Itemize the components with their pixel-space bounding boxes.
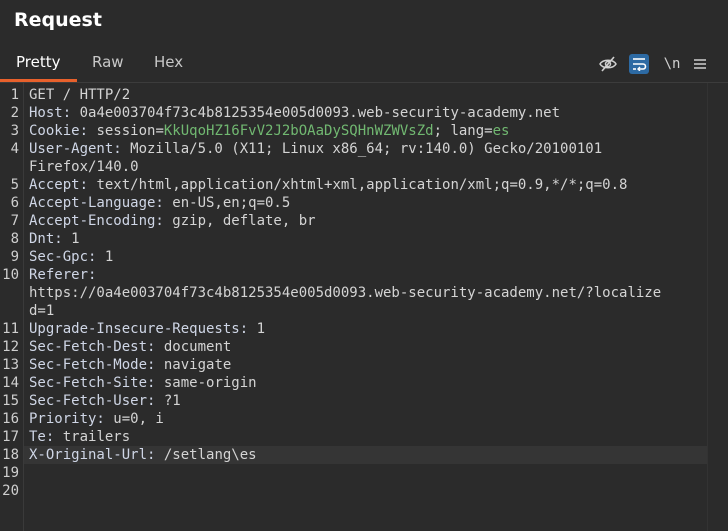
line-number: 3 xyxy=(10,123,19,139)
line-number: 1 xyxy=(10,87,19,103)
code-text: ?1 xyxy=(155,393,181,409)
code-line[interactable]: https://0a4e003704f73c4b8125354e005d0093… xyxy=(29,284,661,302)
header-name: Accept-Encoding: xyxy=(29,213,164,229)
code-text: Mozilla/5.0 (X11; Linux x86_64; rv:140.0… xyxy=(121,141,603,157)
header-name: Referer: xyxy=(29,267,97,283)
code-line[interactable]: Firefox/140.0 xyxy=(29,158,139,176)
code-text: 1 xyxy=(96,249,114,265)
code-line[interactable]: GET / HTTP/2 xyxy=(29,86,130,104)
cookie-value: KkUqoHZ16FvV2J2bOAaDySQHnWZWVsZd xyxy=(163,123,434,139)
header-name: Host: xyxy=(29,105,72,121)
header-name: Sec-Fetch-Dest: xyxy=(29,339,156,355)
line-number: 17 xyxy=(2,429,19,445)
header-name: Cookie: xyxy=(29,123,89,139)
code-text: 0a4e003704f73c4b8125354e005d0093.web-sec… xyxy=(71,105,561,121)
code-text: 1 xyxy=(248,321,266,337)
line-number: 2 xyxy=(10,105,19,121)
line-number: 19 xyxy=(2,465,19,481)
code-text: trailers xyxy=(54,429,131,445)
line-number: 15 xyxy=(2,393,19,409)
show-newlines-button[interactable]: \n xyxy=(661,54,683,74)
code-text: ; lang= xyxy=(433,123,493,139)
code-text: en-US,en;q=0.5 xyxy=(163,195,291,211)
header-name: Upgrade-Insecure-Requests: xyxy=(29,321,249,337)
code-line[interactable]: User-Agent: Mozilla/5.0 (X11; Linux x86_… xyxy=(29,140,602,158)
header-name: Te: xyxy=(29,429,55,445)
line-number: 11 xyxy=(2,321,19,337)
line-number: 12 xyxy=(2,339,19,355)
view-tabs: Pretty Raw Hex \n xyxy=(0,46,728,83)
header-name: Priority: xyxy=(29,411,105,427)
code-line[interactable]: Upgrade-Insecure-Requests: 1 xyxy=(29,320,265,338)
code-line[interactable]: Sec-Fetch-Mode: navigate xyxy=(29,356,231,374)
code-text: https://0a4e003704f73c4b8125354e005d0093… xyxy=(29,285,662,301)
code-line[interactable]: Accept-Encoding: gzip, deflate, br xyxy=(29,212,316,230)
code-line[interactable]: Referer: xyxy=(29,266,96,284)
code-line[interactable]: Priority: u=0, i xyxy=(29,410,164,428)
code-text: same-origin xyxy=(155,375,257,391)
line-number: 13 xyxy=(2,357,19,373)
line-number: 16 xyxy=(2,411,19,427)
line-number: 4 xyxy=(10,141,19,157)
menu-icon[interactable] xyxy=(690,54,710,74)
code-text: u=0, i xyxy=(104,411,164,427)
hide-non-printable-icon[interactable] xyxy=(598,54,618,74)
header-name: Accept-Language: xyxy=(29,195,164,211)
code-text: document xyxy=(155,339,232,355)
tab-hex[interactable]: Hex xyxy=(152,46,185,80)
line-number: 14 xyxy=(2,375,19,391)
code-text: Firefox/140.0 xyxy=(29,159,139,175)
line-number: 7 xyxy=(10,213,19,229)
line-number: 6 xyxy=(10,195,19,211)
tab-raw[interactable]: Raw xyxy=(90,46,126,80)
code-line[interactable]: d=1 xyxy=(29,302,54,320)
code-line[interactable]: Accept: text/html,application/xhtml+xml,… xyxy=(29,176,627,194)
header-name: Dnt: xyxy=(29,231,63,247)
line-number: 10 xyxy=(2,267,19,283)
code-line[interactable]: Sec-Fetch-Dest: document xyxy=(29,338,231,356)
code-line[interactable]: Sec-Fetch-User: ?1 xyxy=(29,392,181,410)
code-text: gzip, deflate, br xyxy=(163,213,316,229)
code-line[interactable]: Accept-Language: en-US,en;q=0.5 xyxy=(29,194,290,212)
panel-title: Request xyxy=(14,9,102,31)
header-name: Accept: xyxy=(29,177,89,193)
wrap-lines-icon[interactable] xyxy=(629,54,649,74)
line-number: 5 xyxy=(10,177,19,193)
code-text: GET / HTTP/2 xyxy=(29,87,131,103)
line-number: 20 xyxy=(2,483,19,499)
code-line[interactable]: Cookie: session=KkUqoHZ16FvV2J2bOAaDySQH… xyxy=(29,122,509,140)
code-text: navigate xyxy=(155,357,232,373)
vertical-scrollbar[interactable] xyxy=(707,83,728,531)
code-line[interactable]: Te: trailers xyxy=(29,428,130,446)
header-name: X-Original-Url: xyxy=(29,447,156,463)
header-name: Sec-Fetch-Mode: xyxy=(29,357,156,373)
code-line[interactable]: Sec-Fetch-Site: same-origin xyxy=(29,374,257,392)
code-text: /setlang\es xyxy=(155,447,257,463)
code-line[interactable]: Sec-Gpc: 1 xyxy=(29,248,113,266)
line-number-gutter: 1 2 3 4 5 6 7 8 9 10 11 12 13 14 15 16 17 18 19 20 xyxy=(0,83,24,531)
request-editor[interactable]: 1 2 3 4 5 6 7 8 9 10 11 12 13 14 15 16 17 18 19 20 GET / HT… xyxy=(0,83,728,531)
tab-pretty[interactable]: Pretty xyxy=(0,46,76,82)
header-name: Sec-Gpc: xyxy=(29,249,97,265)
line-number: 9 xyxy=(10,249,19,265)
cookie-value: es xyxy=(492,123,510,139)
line-number: 18 xyxy=(2,447,19,463)
code-line[interactable]: Dnt: 1 xyxy=(29,230,80,248)
line-number: 8 xyxy=(10,231,19,247)
code-line[interactable]: X-Original-Url: /setlang\es xyxy=(29,446,257,464)
code-line[interactable]: Host: 0a4e003704f73c4b8125354e005d0093.w… xyxy=(29,104,560,122)
code-text: session= xyxy=(88,123,164,139)
code-text: d=1 xyxy=(29,303,55,319)
code-text: text/html,application/xhtml+xml,applicat… xyxy=(88,177,628,193)
header-name: Sec-Fetch-User: xyxy=(29,393,156,409)
header-name: Sec-Fetch-Site: xyxy=(29,375,156,391)
header-name: User-Agent: xyxy=(29,141,122,157)
code-text: 1 xyxy=(62,231,80,247)
